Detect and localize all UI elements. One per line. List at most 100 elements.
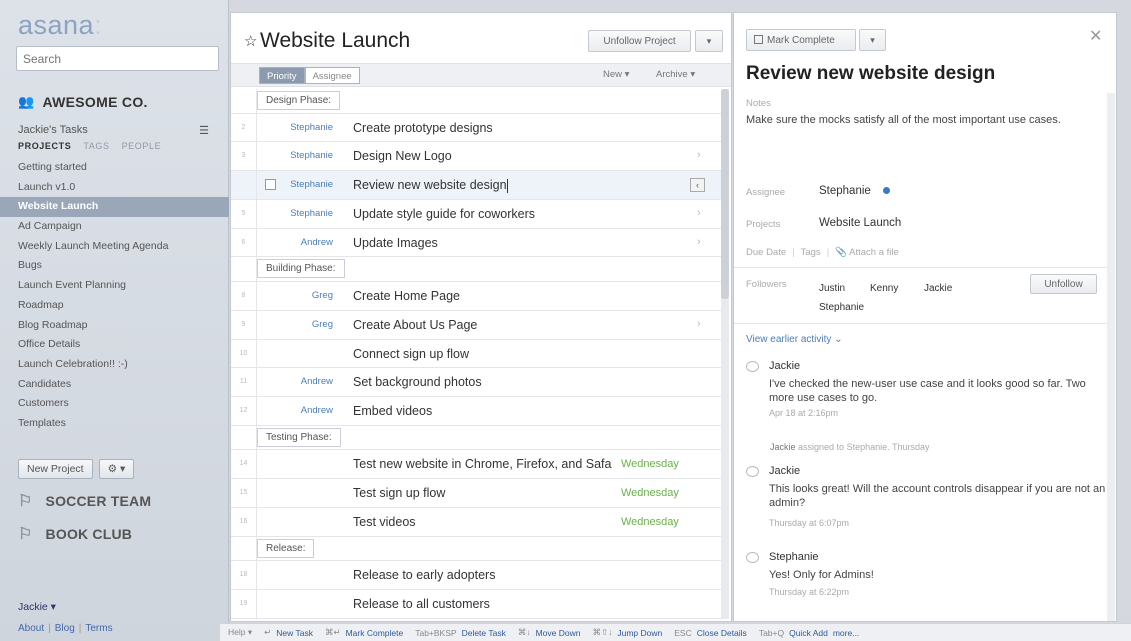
sidebar-project-item[interactable]: Templates xyxy=(0,414,229,434)
task-assignee[interactable]: Stephanie xyxy=(290,208,333,219)
user-menu[interactable]: Jackie ▾ xyxy=(18,601,56,613)
task-row[interactable]: 18 Release to early adopters xyxy=(231,561,721,591)
task-row[interactable]: 2 Stephanie Create prototype designs xyxy=(231,113,721,143)
section-header[interactable]: Building Phase: xyxy=(231,257,721,282)
task-name[interactable]: Test new website in Chrome, Firefox, and… xyxy=(353,457,611,471)
task-name[interactable]: Create About Us Page xyxy=(353,318,477,332)
section-name[interactable]: Release: xyxy=(257,538,315,558)
help-menu[interactable]: Help ▾ xyxy=(228,627,252,638)
section-name[interactable]: Testing Phase: xyxy=(257,427,341,447)
task-name[interactable]: Release to early adopters xyxy=(353,568,495,582)
task-assignee[interactable]: Andrew xyxy=(301,237,333,248)
task-drag-handle[interactable]: 11 xyxy=(231,368,257,397)
close-icon[interactable]: ✕ xyxy=(1089,26,1102,46)
new-menu-button[interactable]: New ▾ xyxy=(603,69,629,80)
task-drag-handle[interactable]: 6 xyxy=(231,228,257,257)
sidebar-project-item[interactable]: Weekly Launch Meeting Agenda xyxy=(0,237,229,257)
follower-jackie[interactable]: Jackie xyxy=(924,283,952,294)
task-assignee[interactable]: Andrew xyxy=(301,376,333,387)
task-drag-handle[interactable]: 10 xyxy=(231,339,257,368)
shortcut-action[interactable]: New Task xyxy=(276,628,313,638)
task-row[interactable]: 12 Andrew Embed videos xyxy=(231,397,721,426)
team-book-club[interactable]: ⚐ BOOK CLUB xyxy=(18,523,132,545)
task-name[interactable]: Embed videos xyxy=(353,404,432,418)
project-menu-chevron-down-icon[interactable]: ▾ xyxy=(695,30,723,52)
team-soccer[interactable]: ⚐ SOCCER TEAM xyxy=(18,490,151,512)
task-drag-handle[interactable]: 19 xyxy=(231,590,257,618)
follower-justin[interactable]: Justin xyxy=(819,283,845,294)
sidebar-project-item[interactable]: Launch Celebration!! :-) xyxy=(0,355,229,375)
sidebar-project-item[interactable]: Getting started xyxy=(0,158,229,178)
shortcut-action[interactable]: Close Details xyxy=(697,628,747,638)
task-name[interactable]: Review new website design xyxy=(353,178,508,193)
task-row[interactable]: 6 Andrew Update Images › xyxy=(231,228,721,258)
task-assignee[interactable]: Stephanie xyxy=(290,150,333,161)
task-assignee[interactable]: Stephanie xyxy=(290,179,333,190)
section-name[interactable]: Design Phase: xyxy=(257,91,341,110)
task-assignee[interactable]: Andrew xyxy=(301,405,333,416)
star-icon[interactable]: ☆ xyxy=(244,32,257,50)
workspace-header[interactable]: 👥 AWESOME CO. xyxy=(18,93,148,111)
details-open-icon[interactable]: ‹ xyxy=(690,178,705,193)
tags-link[interactable]: Tags xyxy=(801,247,821,258)
task-drag-handle[interactable]: 3 xyxy=(231,142,257,171)
sidebar-project-item[interactable]: Ad Campaign xyxy=(0,217,229,237)
task-checkbox[interactable] xyxy=(265,179,276,191)
task-menu-chevron-down-icon[interactable]: ▾ xyxy=(859,29,886,51)
task-drag-handle[interactable]: 8 xyxy=(231,281,257,310)
follower-stephanie[interactable]: Stephanie xyxy=(819,302,864,313)
task-row[interactable]: 10 Connect sign up flow xyxy=(231,339,721,369)
task-row[interactable]: 9 Greg Create About Us Page › xyxy=(231,310,721,340)
shortcut-action[interactable]: Delete Task xyxy=(462,628,506,638)
task-name[interactable]: Set background photos xyxy=(353,375,482,389)
task-drag-handle[interactable]: 18 xyxy=(231,561,257,590)
archive-menu-button[interactable]: Archive ▾ xyxy=(656,69,695,80)
asana-logo[interactable]: asana: xyxy=(18,10,102,41)
sidebar-project-item[interactable]: Customers xyxy=(0,394,229,414)
sidebar-project-item[interactable]: Launch v1.0 xyxy=(0,178,229,198)
sidebar-project-item[interactable]: Website Launch xyxy=(0,197,229,218)
tab-people[interactable]: PEOPLE xyxy=(122,141,162,151)
task-drag-handle[interactable] xyxy=(231,171,257,199)
chevron-right-icon[interactable]: › xyxy=(697,207,701,219)
task-drag-handle[interactable]: 14 xyxy=(231,450,257,479)
chevron-right-icon[interactable]: › xyxy=(697,236,701,248)
terms-link[interactable]: Terms xyxy=(85,623,112,634)
mark-complete-button[interactable]: Mark Complete xyxy=(746,29,856,51)
task-name[interactable]: Update Images xyxy=(353,236,438,250)
task-name[interactable]: Create prototype designs xyxy=(353,121,493,135)
task-assignee[interactable]: Greg xyxy=(312,290,333,301)
task-name[interactable]: Connect sign up flow xyxy=(353,347,469,361)
task-name[interactable]: Release to all customers xyxy=(353,597,490,611)
task-drag-handle[interactable]: 16 xyxy=(231,508,257,536)
chevron-right-icon[interactable]: › xyxy=(697,149,701,161)
task-due-date[interactable]: Wednesday xyxy=(621,516,679,528)
task-row[interactable]: Stephanie Review new website design ‹ xyxy=(231,171,721,200)
sidebar-project-item[interactable]: Candidates xyxy=(0,375,229,395)
attach-file-link[interactable]: Attach a file xyxy=(849,247,899,258)
sidebar-project-item[interactable]: Office Details xyxy=(0,335,229,355)
search-input[interactable] xyxy=(16,46,219,71)
section-header[interactable]: Design Phase: xyxy=(231,89,721,114)
task-row[interactable]: 19 Release to all customers xyxy=(231,590,721,619)
unfollow-button[interactable]: Unfollow xyxy=(1030,274,1097,294)
shortcut-action[interactable]: more... xyxy=(833,628,859,638)
view-earlier-activity-link[interactable]: View earlier activity ⌄ xyxy=(746,334,843,345)
task-assignee[interactable]: Stephanie xyxy=(290,122,333,133)
section-header[interactable]: Testing Phase: xyxy=(231,425,721,451)
task-row[interactable]: 16 Test videos Wednesday xyxy=(231,508,721,537)
details-scrollbar[interactable] xyxy=(1107,93,1115,621)
task-assignee[interactable]: Greg xyxy=(312,319,333,330)
due-date-link[interactable]: Due Date xyxy=(746,247,786,258)
project-field[interactable]: Website Launch xyxy=(819,217,901,229)
task-name[interactable]: Update style guide for coworkers xyxy=(353,207,535,221)
task-drag-handle[interactable]: 5 xyxy=(231,199,257,228)
section-header[interactable]: Release: xyxy=(231,536,721,562)
sort-priority-button[interactable]: Priority xyxy=(259,67,305,84)
task-name[interactable]: Test videos xyxy=(353,515,416,529)
new-project-button[interactable]: New Project xyxy=(18,459,93,479)
sidebar-project-item[interactable]: Launch Event Planning xyxy=(0,276,229,296)
task-drag-handle[interactable]: 2 xyxy=(231,113,257,142)
chevron-right-icon[interactable]: › xyxy=(697,318,701,330)
task-row[interactable]: 5 Stephanie Update style guide for coworke… xyxy=(231,199,721,229)
